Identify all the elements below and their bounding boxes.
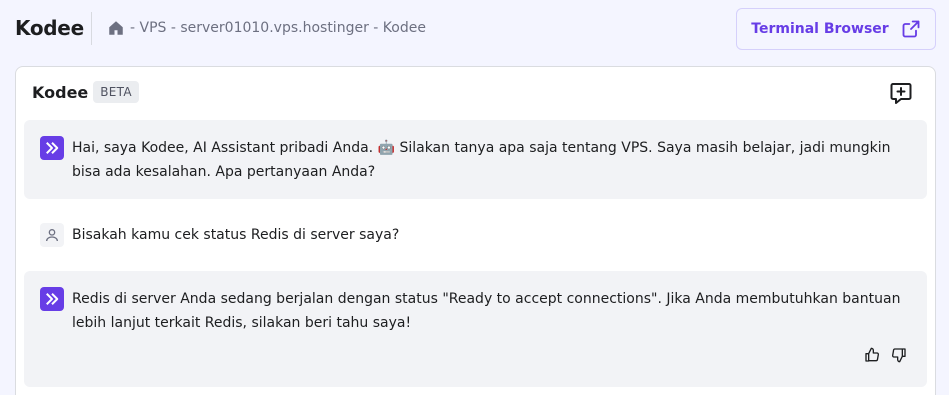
assistant-message: Hai, saya Kodee, AI Assistant pribadi An… [24, 120, 927, 199]
terminal-browser-label: Terminal Browser [751, 21, 889, 37]
page-title: Kodee [15, 16, 84, 40]
message-text: Redis di server Anda sedang berjalan den… [72, 291, 901, 331]
chat-header: Kodee BETA [32, 81, 139, 103]
home-icon[interactable] [107, 19, 125, 37]
message-text: Bisakah kamu cek status Redis di server … [72, 227, 400, 243]
beta-badge: BETA [93, 81, 139, 103]
chat-title: Kodee [32, 82, 89, 102]
terminal-browser-button[interactable]: Terminal Browser [736, 8, 936, 50]
breadcrumb: - VPS - server01010.vps.hostinger - Kode… [107, 19, 426, 37]
kodee-logo-icon [40, 287, 64, 311]
external-link-icon [901, 19, 921, 39]
user-icon [40, 223, 64, 247]
new-chat-icon[interactable] [889, 81, 913, 105]
message-text: Hai, saya Kodee, AI Assistant pribadi An… [72, 140, 891, 180]
feedback-actions [864, 347, 907, 363]
top-bar: Kodee - VPS - server01010.vps.hostinger … [0, 0, 949, 58]
title-divider [91, 12, 92, 45]
kodee-logo-icon [40, 136, 64, 160]
breadcrumb-path: - VPS - server01010.vps.hostinger - Kode… [130, 20, 426, 36]
thumbs-down-icon[interactable] [891, 347, 907, 363]
thumbs-up-icon[interactable] [864, 347, 880, 363]
chat-panel: Kodee BETA Hai, saya Kodee, AI Assistant… [15, 66, 936, 395]
assistant-message: Redis di server Anda sedang berjalan den… [24, 271, 927, 387]
user-message: Bisakah kamu cek status Redis di server … [24, 215, 927, 255]
